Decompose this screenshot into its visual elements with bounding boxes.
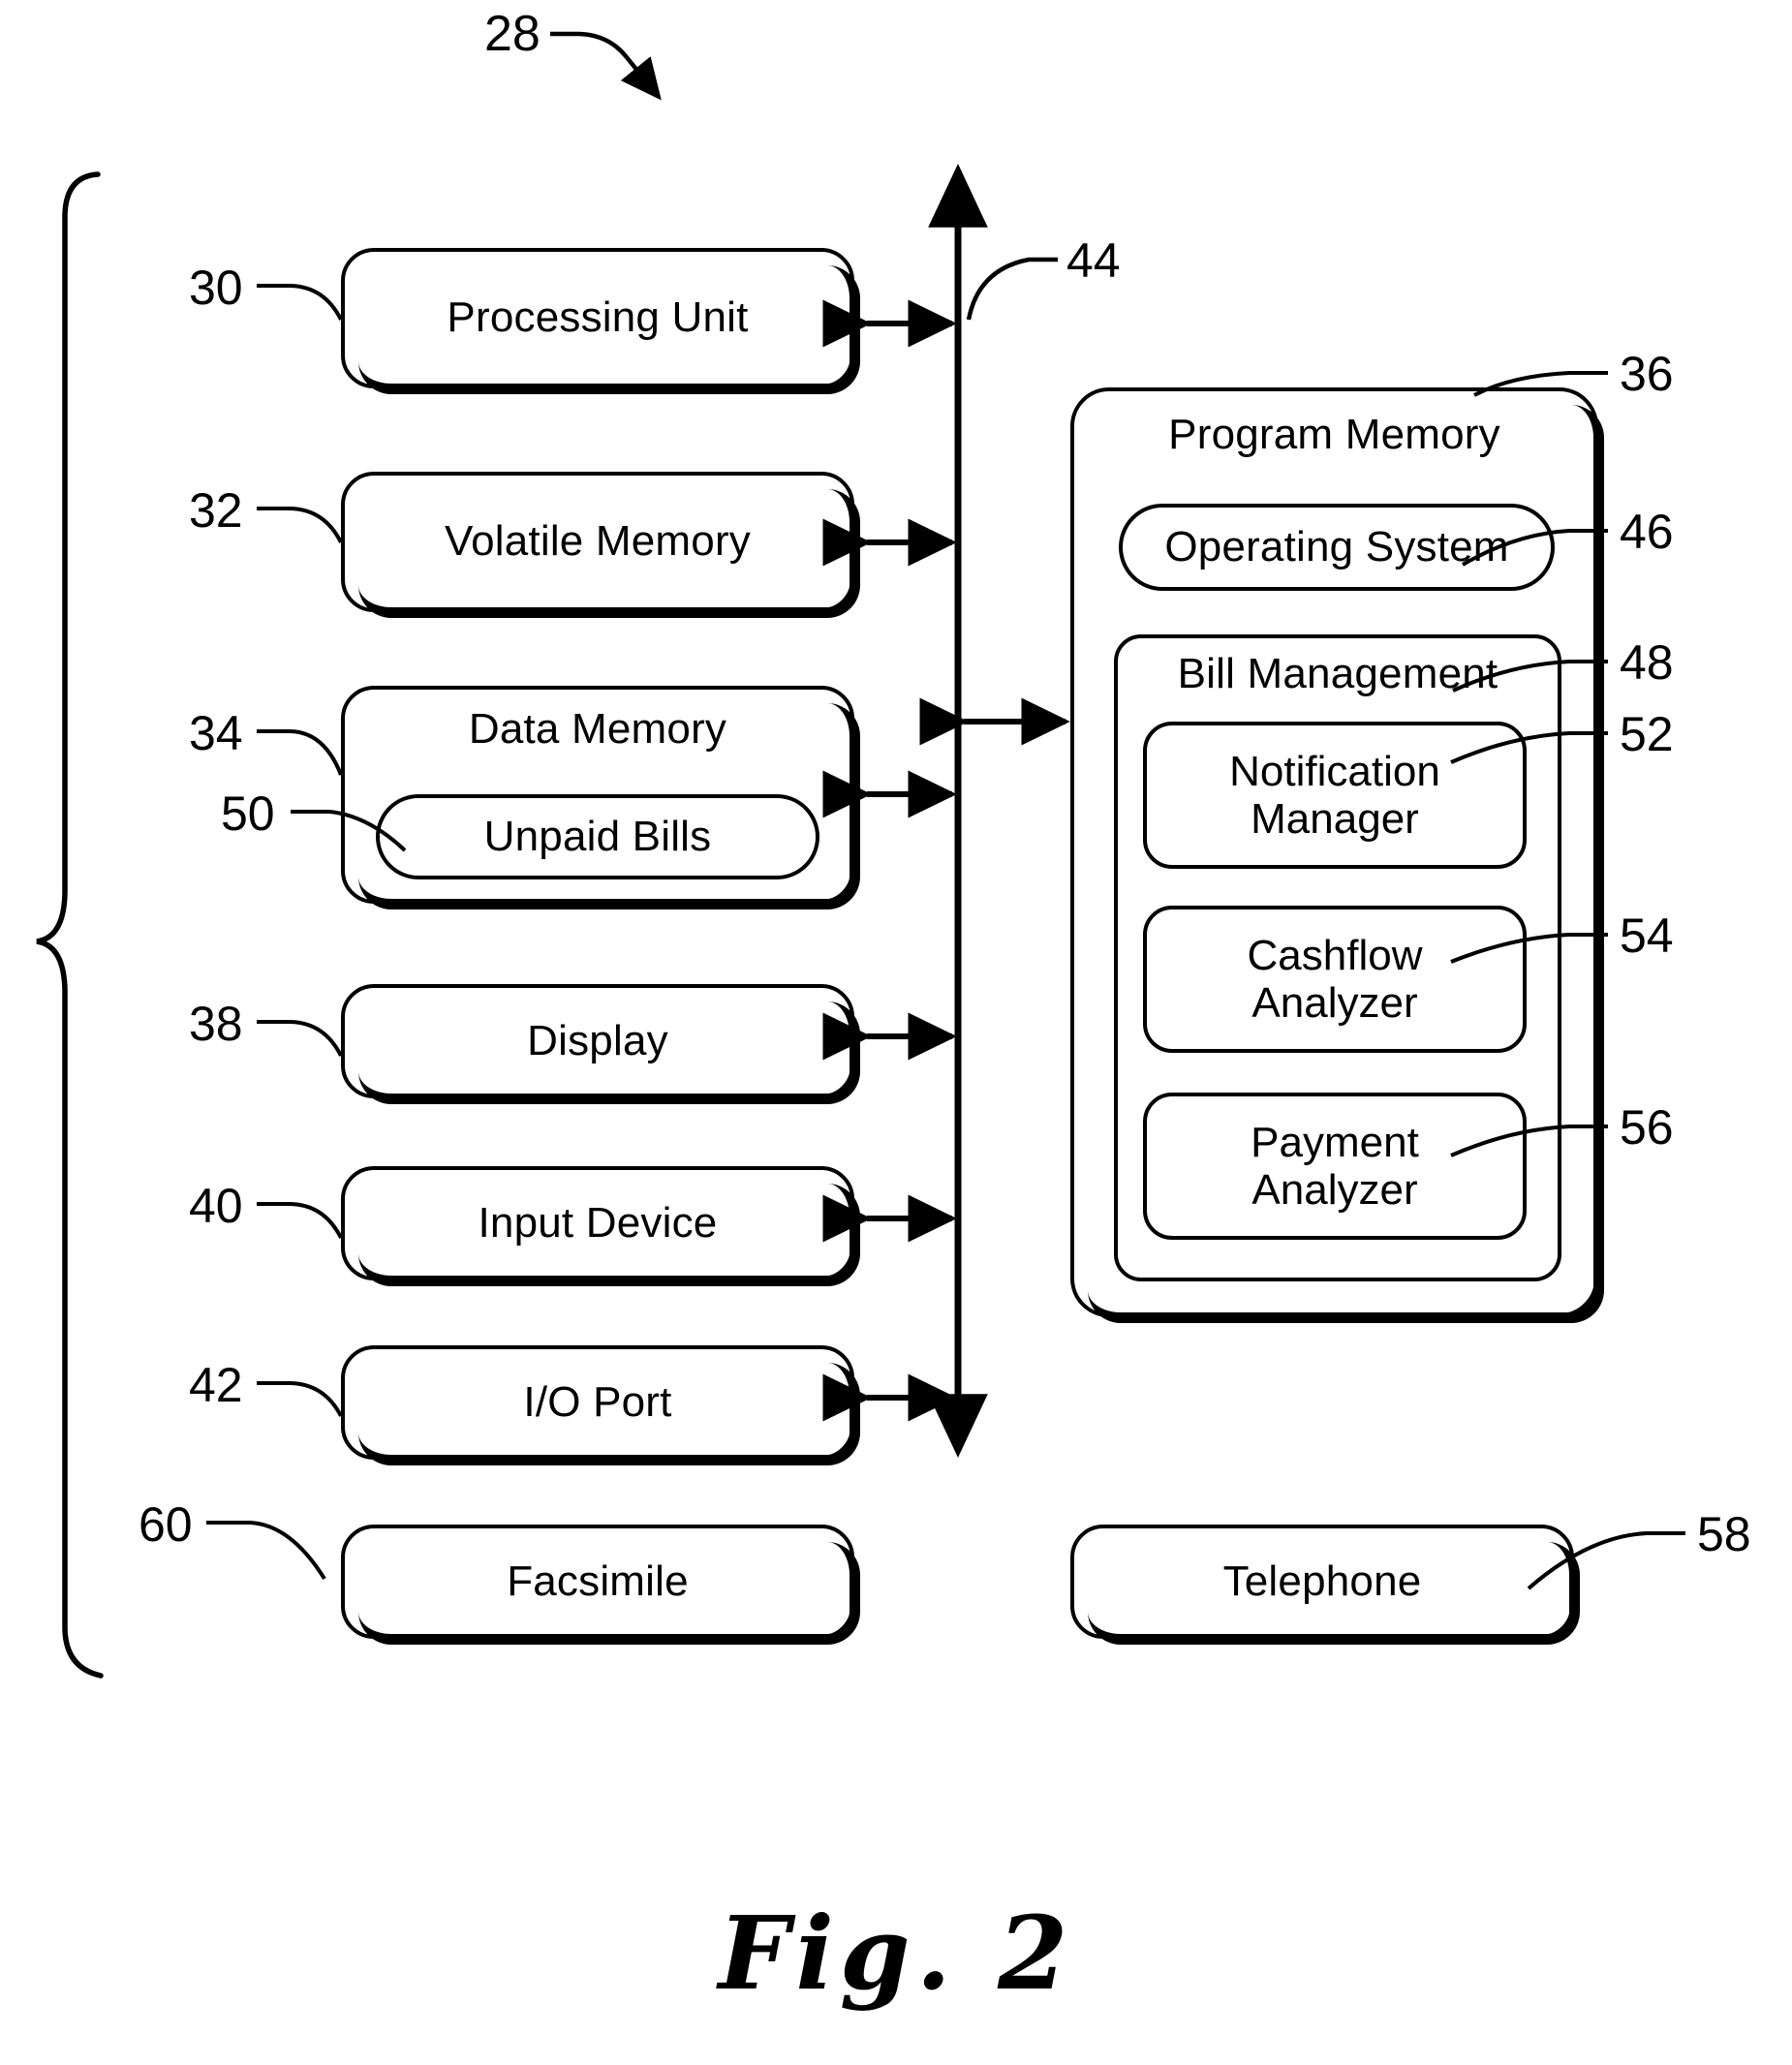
- ref-numeral-42: 42: [189, 1358, 243, 1412]
- ref-numeral-50: 50: [221, 786, 275, 841]
- ref-numeral-38: 38: [189, 997, 243, 1051]
- grouping-brace: [36, 171, 104, 1679]
- ref-numeral-58: 58: [1697, 1507, 1751, 1561]
- ref-numeral-36: 36: [1620, 347, 1674, 401]
- bus-connector-arrows: [822, 299, 1070, 1422]
- bus-leader-44: [966, 257, 1058, 321]
- ref-numeral-30: 30: [189, 261, 243, 315]
- ref-numeral-46: 46: [1620, 505, 1674, 559]
- ref-numeral-60: 60: [139, 1497, 193, 1552]
- connector-layer: [36, 31, 1685, 1679]
- ref-numeral-44: 44: [1066, 233, 1121, 288]
- figure-caption: Fig. 2: [718, 1894, 1074, 2013]
- ref-numeral-28: 28: [484, 6, 541, 62]
- patent-figure-canvas: Processing Unit Volatile Memory Data Mem…: [0, 0, 1792, 2065]
- ref-numeral-48: 48: [1620, 635, 1674, 690]
- ref-numeral-34: 34: [189, 706, 243, 760]
- ref-numeral-52: 52: [1620, 707, 1674, 761]
- ref-numeral-40: 40: [189, 1179, 243, 1233]
- system-leader-28: [550, 31, 662, 101]
- ref-numeral-56: 56: [1620, 1100, 1674, 1155]
- ref-numeral-32: 32: [189, 483, 243, 538]
- ref-numeral-54: 54: [1620, 909, 1674, 963]
